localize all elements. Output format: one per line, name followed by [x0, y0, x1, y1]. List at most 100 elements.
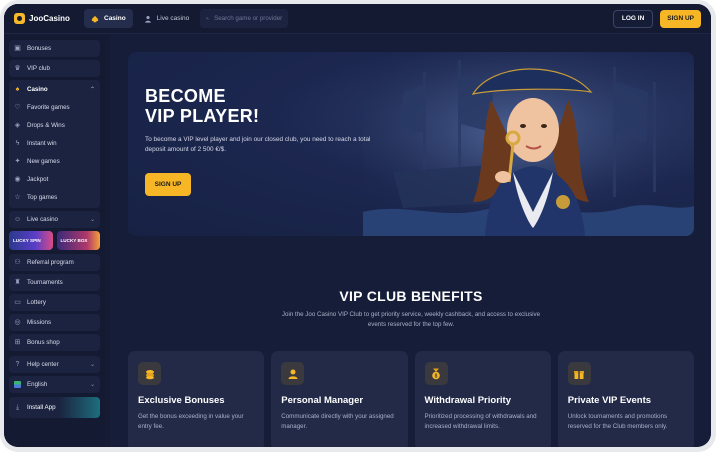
card-description: Unlock tournaments and promotions reserv… [567, 413, 668, 430]
sidebar-item-label: Favorite games [27, 104, 70, 111]
search-input[interactable]: Search game or provider [200, 9, 289, 28]
sidebar-item-label: Bonus shop [27, 339, 60, 346]
sidebar-item-label: Instant win [27, 140, 57, 147]
gift-icon [567, 362, 591, 385]
sidebar-item-label: VIP club [27, 65, 50, 72]
card-description: Prioritized processing of withdrawals an… [424, 413, 537, 430]
download-icon: ⤓ [15, 404, 20, 411]
referral-icon: ⚇ [14, 259, 21, 266]
hero-signup-button[interactable]: SIGN UP [145, 173, 191, 196]
nav-live-casino-label: Live casino [156, 15, 190, 22]
header-nav: Casino Live casino [84, 9, 196, 28]
shop-icon: ⊞ [14, 339, 21, 346]
benefit-card-private-vip-events: Private VIP Events Unlock tournaments an… [557, 351, 694, 447]
hero-description: To become a VIP level player and join ou… [145, 136, 371, 153]
hero-title-line-1: BECOME [145, 86, 226, 106]
sidebar-item-label: Jackpot [27, 176, 49, 183]
hero-title-line-2: VIP PLAYER! [145, 106, 260, 126]
sidebar-item-label: Drops & Wins [27, 122, 65, 129]
nav-live-casino[interactable]: Live casino [137, 9, 197, 28]
vip-hero-banner: BECOME VIP PLAYER! To become a VIP level… [128, 52, 694, 236]
lucky-spin-banner[interactable]: LUCKY SPIN [9, 231, 53, 250]
star-icon: ☆ [14, 194, 21, 201]
chevron-up-icon: ⌃ [89, 87, 95, 93]
search-placeholder: Search game or provider [214, 15, 283, 22]
card-title: Private VIP Events [567, 395, 652, 406]
card-description: Get the bonus exceeding in value your en… [138, 413, 244, 430]
sidebar-item-label: Missions [27, 319, 52, 326]
sidebar-item-label: Bonuses [27, 45, 52, 52]
auth-buttons: LOG IN SIGN UP [612, 9, 701, 28]
chevron-down-icon: ⌄ [89, 217, 95, 223]
benefits-title: VIP CLUB BENEFITS [339, 288, 483, 304]
install-app-button[interactable]: ⤓ Install App [9, 397, 100, 418]
crown-icon: ♛ [14, 65, 21, 72]
top-header: JooCasino Casino Live casino Search game… [4, 4, 711, 34]
sidebar-item-missions[interactable]: ◎ Missions [9, 314, 100, 331]
manager-icon [281, 362, 305, 385]
sidebar-item-jackpot[interactable]: ◉ Jackpot [9, 171, 100, 188]
sidebar-item-help-center[interactable]: ? Help center ⌄ [9, 356, 100, 373]
sidebar-item-favorite-games[interactable]: ♡ Favorite games [9, 99, 100, 116]
sidebar-item-bonus-shop[interactable]: ⊞ Bonus shop [9, 334, 100, 351]
medal-icon: $ [424, 362, 448, 385]
sidebar-item-label: Live casino [27, 216, 58, 223]
sidebar-item-vip-club[interactable]: ♛ VIP club [9, 60, 100, 77]
drops-icon: ◈ [14, 122, 21, 129]
sidebar-item-label: Help center [27, 361, 59, 368]
jackpot-icon: ◉ [14, 176, 21, 183]
sidebar-item-live-casino[interactable]: ☺ Live casino ⌄ [9, 211, 100, 228]
sidebar-item-casino[interactable]: ♠ Casino ⌃ [9, 81, 100, 98]
benefit-card-withdrawal-priority: $ Withdrawal Priority Prioritized proces… [414, 351, 551, 447]
sidebar-item-bonuses[interactable]: ▣ Bonuses [9, 40, 100, 57]
nav-casino-label: Casino [104, 15, 126, 22]
logo[interactable]: JooCasino [14, 13, 82, 24]
benefit-card-personal-manager: Personal Manager Communicate directly wi… [271, 351, 408, 447]
help-icon: ? [15, 361, 20, 368]
brand-name: JooCasino [29, 14, 70, 23]
sidebar-item-drops-wins[interactable]: ◈ Drops & Wins [9, 117, 100, 134]
language-label: English [27, 381, 48, 388]
sidebar: ▣ Bonuses ♛ VIP club ♠ Casino ⌃ ♡ Favori… [4, 34, 105, 447]
trophy-icon: ♜ [14, 279, 21, 286]
sidebar-item-instant-win[interactable]: ϟ Instant win [9, 135, 100, 152]
signup-button[interactable]: SIGN UP [660, 9, 701, 28]
language-select[interactable]: English ⌄ [9, 376, 100, 393]
new-icon: ✦ [14, 158, 21, 165]
target-icon: ◎ [14, 319, 21, 326]
nav-casino[interactable]: Casino [84, 9, 133, 28]
coins-icon [138, 362, 161, 385]
login-button[interactable]: LOG IN [612, 9, 654, 28]
card-title: Withdrawal Priority [424, 395, 511, 406]
lucky-box-banner[interactable]: LUCKY BOX [56, 231, 100, 250]
sidebar-item-referral[interactable]: ⚇ Referral program [9, 254, 100, 271]
sidebar-item-top-games[interactable]: ☆ Top games [9, 189, 100, 206]
heart-icon: ♡ [14, 104, 21, 111]
sidebar-item-lottery[interactable]: ▭ Lottery [9, 294, 100, 311]
sidebar-item-tournaments[interactable]: ♜ Tournaments [9, 274, 100, 291]
pirate-illustration [363, 52, 694, 236]
flag-icon [14, 381, 21, 388]
spade-icon: ♠ [15, 86, 20, 93]
sidebar-item-label: Lottery [27, 299, 46, 306]
card-description: Communicate directly with your assigned … [281, 413, 394, 430]
sidebar-item-label: New games [27, 158, 60, 165]
chevron-down-icon: ⌄ [89, 362, 95, 368]
card-title: Personal Manager [281, 395, 364, 406]
chevron-down-icon: ⌄ [89, 382, 95, 388]
app-screen: JooCasino Casino Live casino Search game… [4, 4, 711, 447]
sidebar-item-label: Referral program [27, 259, 74, 266]
promo-row: LUCKY SPIN LUCKY BOX [9, 231, 100, 250]
benefits-subtitle: Join the Joo Casino VIP Club to get prio… [281, 311, 541, 328]
ticket-icon: ▭ [14, 299, 21, 306]
install-app-label: Install App [27, 404, 56, 411]
sidebar-item-new-games[interactable]: ✦ New games [9, 153, 100, 170]
logo-icon [14, 13, 25, 24]
search-icon [206, 17, 209, 20]
sidebar-item-label: Casino [27, 86, 48, 93]
spade-icon [91, 15, 99, 22]
main-content: BECOME VIP PLAYER! To become a VIP level… [110, 34, 711, 447]
sidebar-casino-group: ♠ Casino ⌃ ♡ Favorite games ◈ Drops & Wi… [9, 80, 100, 208]
gift-icon: ▣ [14, 45, 21, 52]
dealer-icon: ☺ [14, 216, 22, 223]
